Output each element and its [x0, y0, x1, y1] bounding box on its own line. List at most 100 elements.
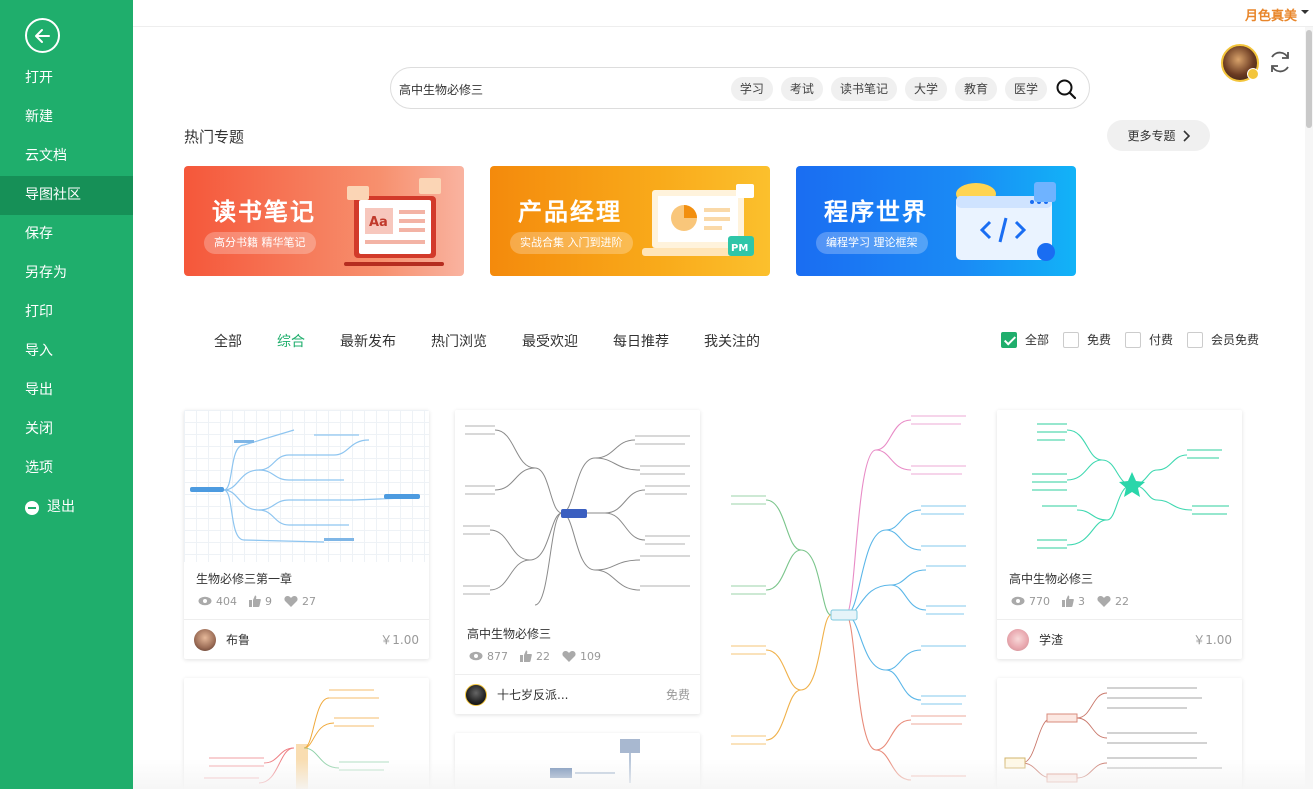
map-card[interactable]: 高中生物必修三 770 3 22 学渣 ￥1.00 — [997, 410, 1242, 659]
user-name[interactable]: 月色真美 — [1245, 5, 1297, 24]
author-name[interactable]: 学渣 — [1039, 631, 1193, 648]
scrollbar[interactable] — [1305, 27, 1313, 789]
search-tag-study[interactable]: 学习 — [730, 77, 773, 101]
mindmap-thumbnail — [455, 410, 700, 617]
arrow-left-icon — [34, 28, 50, 43]
search-bar: 学习 考试 读书笔记 大学 教育 医学 — [390, 67, 1090, 109]
thumbs-up-icon — [249, 595, 261, 607]
price-filters: 全部 免费 付费 会员免费 — [1001, 331, 1259, 348]
mindmap-preview-icon — [1004, 687, 1222, 783]
favs-stat: 27 — [284, 595, 316, 608]
card-footer: 十七岁反派... 免费 — [455, 674, 700, 714]
tab-hot[interactable]: 热门浏览 — [431, 331, 487, 351]
author-avatar[interactable] — [1007, 628, 1029, 651]
search-tag-university[interactable]: 大学 — [904, 77, 947, 101]
checkbox[interactable] — [1125, 331, 1142, 348]
card-stats: 877 22 109 — [455, 648, 700, 664]
author-avatar[interactable] — [194, 628, 216, 651]
search-tag-education[interactable]: 教育 — [954, 77, 997, 101]
views-stat: 877 — [469, 650, 508, 663]
map-card[interactable]: 生物必修三第一章 404 9 27 布鲁 ￥1.00 — [184, 410, 429, 659]
code-window-illustration-icon — [956, 182, 1056, 261]
search-icon[interactable] — [1055, 78, 1077, 100]
search-tag-exam[interactable]: 考试 — [780, 77, 823, 101]
sidebar-item-new[interactable]: 新建 — [0, 98, 133, 137]
search-tag-medicine[interactable]: 医学 — [1004, 77, 1047, 101]
sidebar-item-cloud-docs[interactable]: 云文档 — [0, 137, 133, 176]
book-illustration-icon: Aa — [344, 178, 444, 266]
map-card[interactable]: 高中生物必修三 877 22 109 十七岁反派... 免费 — [455, 410, 700, 714]
heart-icon — [562, 651, 576, 662]
author-avatar[interactable] — [465, 683, 487, 706]
search-input[interactable] — [399, 79, 729, 99]
tab-popular[interactable]: 最受欢迎 — [522, 331, 578, 351]
back-button[interactable] — [25, 18, 60, 53]
mindmap-preview-icon — [190, 429, 420, 543]
tab-all[interactable]: 全部 — [214, 331, 242, 351]
card-footer: 学渣 ￥1.00 — [997, 619, 1242, 659]
topic-subtitle: 编程学习 理论框架 — [816, 232, 928, 254]
mindmap-preview-icon — [550, 739, 640, 783]
topic-card-reading-notes[interactable]: 读书笔记 高分书籍 精华笔记 Aa — [184, 166, 464, 276]
filter-paid[interactable]: 付费 — [1125, 331, 1173, 348]
tab-latest[interactable]: 最新发布 — [340, 331, 396, 351]
vip-badge-icon — [1247, 68, 1259, 80]
mindmap-preview-icon — [731, 415, 966, 781]
favs-stat: 22 — [1097, 595, 1129, 608]
scrollbar-thumb[interactable] — [1306, 30, 1312, 128]
hot-topics-title: 热门专题 — [184, 128, 245, 146]
sidebar-item-community[interactable]: 导图社区 — [0, 176, 133, 215]
card-footer: 布鲁 ￥1.00 — [184, 619, 429, 659]
svg-text:Aa: Aa — [369, 215, 388, 230]
sidebar-item-import[interactable]: 导入 — [0, 332, 133, 371]
author-name[interactable]: 十七岁反派... — [497, 686, 666, 703]
sidebar-item-print[interactable]: 打印 — [0, 293, 133, 332]
sidebar-item-open[interactable]: 打开 — [0, 59, 133, 98]
tab-daily[interactable]: 每日推荐 — [613, 331, 669, 351]
laptop-illustration-icon: PM — [642, 184, 754, 256]
eye-icon — [198, 596, 212, 606]
more-topics-button[interactable]: 更多专题 — [1107, 120, 1210, 151]
price-label: 免费 — [665, 688, 690, 702]
price-label: ￥1.00 — [1193, 633, 1232, 647]
mindmap-thumbnail — [997, 410, 1242, 562]
heart-icon — [1097, 596, 1111, 607]
filter-member-free[interactable]: 会员免费 — [1187, 331, 1259, 348]
map-card[interactable] — [184, 678, 429, 789]
tab-comprehensive[interactable]: 综合 — [277, 331, 305, 351]
eye-icon — [1011, 596, 1025, 606]
refresh-icon[interactable] — [1266, 48, 1294, 76]
checkbox[interactable] — [1187, 331, 1204, 348]
views-stat: 404 — [198, 595, 237, 608]
map-card[interactable] — [455, 733, 700, 789]
map-card[interactable] — [997, 678, 1242, 789]
card-title: 生物必修三第一章 — [196, 572, 293, 586]
heart-icon — [284, 596, 298, 607]
search-tag-reading-notes[interactable]: 读书笔记 — [830, 77, 897, 101]
author-name[interactable]: 布鲁 — [226, 631, 380, 648]
sidebar-item-save-as[interactable]: 另存为 — [0, 254, 133, 293]
mindmap-preview-icon — [1032, 423, 1229, 549]
checkbox[interactable] — [1063, 331, 1080, 348]
mindmap-preview-icon — [463, 425, 690, 606]
map-card[interactable] — [726, 410, 971, 789]
tab-following[interactable]: 我关注的 — [704, 331, 760, 351]
topic-subtitle: 高分书籍 精华笔记 — [204, 232, 316, 254]
category-tabs: 全部 综合 最新发布 热门浏览 最受欢迎 每日推荐 我关注的 — [214, 331, 795, 351]
filter-free[interactable]: 免费 — [1063, 331, 1111, 348]
svg-text:PM: PM — [731, 243, 748, 254]
filter-all[interactable]: 全部 — [1001, 331, 1049, 348]
likes-stat: 22 — [520, 650, 550, 663]
sidebar-item-options[interactable]: 选项 — [0, 449, 133, 488]
mindmap-thumbnail — [184, 410, 429, 562]
caret-down-icon[interactable] — [1301, 10, 1309, 14]
sidebar-item-export[interactable]: 导出 — [0, 371, 133, 410]
topic-card-product-manager[interactable]: 产品经理 实战合集 入门到进阶 PM — [490, 166, 770, 276]
sidebar-item-exit[interactable]: 退出 — [0, 488, 133, 527]
card-stats: 404 9 27 — [184, 593, 429, 609]
sidebar-item-save[interactable]: 保存 — [0, 215, 133, 254]
topic-title: 程序世界 — [824, 198, 928, 226]
topic-card-programming[interactable]: 程序世界 编程学习 理论框架 — [796, 166, 1076, 276]
checkbox[interactable] — [1001, 331, 1017, 348]
sidebar-item-close[interactable]: 关闭 — [0, 410, 133, 449]
